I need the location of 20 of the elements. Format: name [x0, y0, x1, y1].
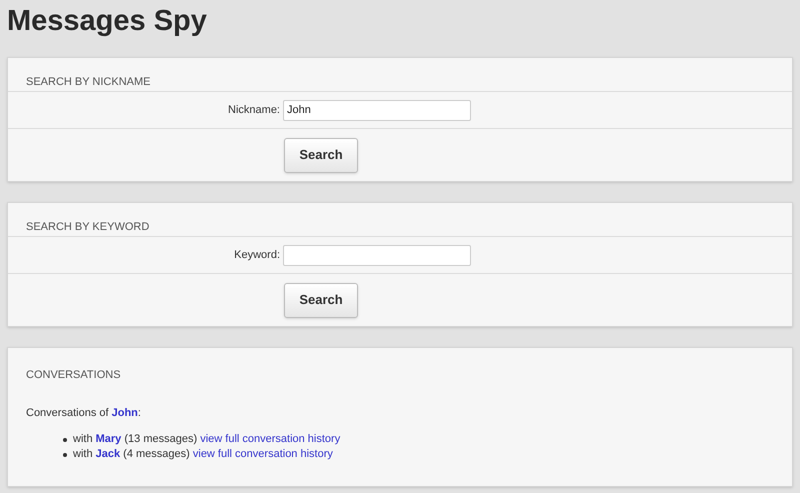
- contact-link[interactable]: Jack: [96, 448, 120, 460]
- input-field[interactable]: [283, 244, 471, 266]
- field-label: Keyword:: [234, 248, 280, 263]
- panel-heading: SEARCH BY NICKNAME: [26, 74, 150, 90]
- panel-heading: CONVERSATIONS: [26, 368, 121, 383]
- field-label: Nickname:: [228, 102, 280, 118]
- input-field[interactable]: John: [283, 100, 471, 120]
- history-link[interactable]: view full conversation history: [192, 448, 333, 460]
- history-link[interactable]: view full conversation history: [200, 433, 340, 446]
- contact-link[interactable]: Mary: [96, 433, 122, 446]
- search-button[interactable]: Search: [284, 138, 358, 172]
- panel-heading: SEARCH BY KEYWORD: [26, 220, 150, 234]
- page-title: Messages Spy: [7, 4, 207, 39]
- conversation-entry: with Jack (4 messages) view full conversation history: [73, 447, 333, 462]
- conversations-intro: Conversations of John:: [26, 406, 141, 420]
- user-link[interactable]: John: [112, 406, 138, 418]
- bullet-icon: [63, 438, 67, 442]
- search-button[interactable]: Search: [284, 282, 358, 318]
- conversation-entry: with Mary (13 messages) view full conversation history: [73, 432, 340, 448]
- bullet-icon: [63, 452, 67, 456]
